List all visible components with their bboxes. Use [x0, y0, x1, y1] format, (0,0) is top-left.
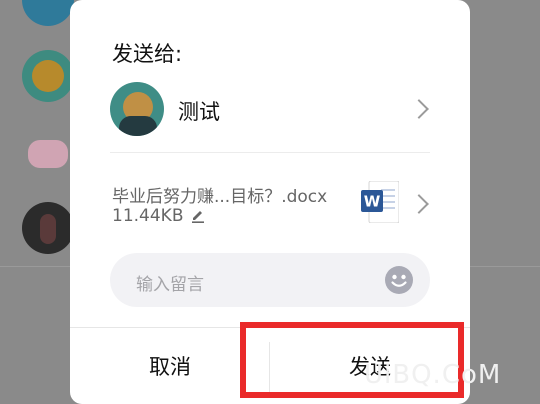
file-name: 毕业后努力赚...目标？.docx	[112, 187, 328, 207]
recipient-avatar	[110, 82, 164, 136]
bg-avatar-1	[22, 0, 74, 26]
dialog-title: 发送给:	[112, 42, 183, 66]
message-placeholder: 输入留言	[136, 275, 204, 295]
recipient-name: 测试	[178, 100, 220, 124]
divider	[110, 152, 430, 153]
svg-text:W: W	[364, 193, 381, 211]
emoji-icon[interactable]	[384, 265, 414, 295]
bg-avatar-2	[22, 50, 74, 102]
message-input[interactable]: 输入留言	[110, 253, 430, 307]
recipient-row[interactable]: 测试	[110, 82, 432, 138]
chevron-right-icon[interactable]	[409, 194, 429, 214]
watermark: UiBQ.CoM	[364, 360, 502, 390]
bg-avatar-4	[22, 202, 74, 254]
word-document-icon: W	[361, 181, 399, 223]
bg-avatar-3	[22, 126, 74, 178]
pencil-icon[interactable]	[190, 207, 206, 223]
file-size: 11.44KB	[112, 206, 184, 226]
